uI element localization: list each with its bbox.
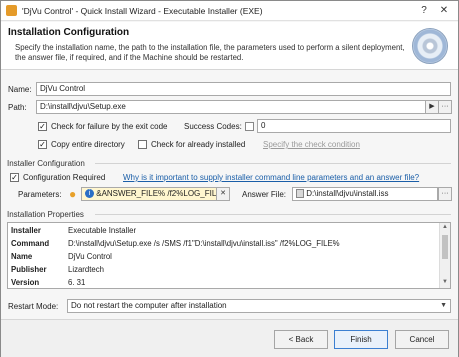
name-label: Name: — [8, 85, 32, 94]
section-divider — [95, 214, 451, 215]
restart-mode-select[interactable]: Do not restart the computer after instal… — [67, 299, 451, 313]
check-exit-code-checkbox[interactable]: ✓ — [38, 122, 47, 131]
path-browse-button[interactable]: ··· — [438, 100, 452, 114]
install-disc-icon — [412, 28, 448, 64]
properties-scrollbar[interactable]: ▲ ▼ — [439, 223, 450, 288]
answer-file-field[interactable]: D:\install\djvu\install.iss — [292, 187, 438, 201]
copy-dir-checkbox[interactable]: ✓ — [38, 140, 47, 149]
title-bar: 'DjVu Control' - Quick Install Wizard - … — [1, 1, 458, 21]
scroll-down-icon[interactable]: ▼ — [440, 279, 450, 285]
property-name: Name — [11, 252, 33, 261]
cancel-button[interactable]: Cancel — [395, 330, 449, 349]
success-codes-info-icon — [245, 122, 254, 131]
answer-file-label: Answer File: — [242, 190, 287, 199]
check-installed-checkbox[interactable] — [138, 140, 147, 149]
check-installed-label: Check for already installed — [151, 140, 246, 149]
property-value: 6. 31 — [68, 278, 86, 287]
property-value: D:\install\djvu\Setup.exe /s /SMS /f1"D:… — [68, 239, 340, 248]
wizard-header: Installation Configuration Specify the i… — [1, 22, 458, 70]
installer-config-heading: Installer Configuration — [7, 159, 85, 168]
close-icon[interactable]: ✕ — [435, 2, 453, 19]
property-value: DjVu Control — [68, 252, 112, 261]
config-required-checkbox[interactable]: ✓ — [10, 173, 19, 182]
section-divider — [95, 163, 451, 164]
file-icon — [296, 189, 304, 199]
wizard-window: 'DjVu Control' - Quick Install Wizard - … — [0, 0, 459, 357]
finish-button[interactable]: Finish — [334, 330, 388, 349]
info-icon: i — [85, 189, 94, 199]
help-icon[interactable]: ? — [415, 2, 433, 19]
property-row: Command D:\install\djvu\Setup.exe /s /SM… — [8, 237, 440, 250]
scroll-up-icon[interactable]: ▲ — [440, 224, 450, 230]
answer-file-value: D:\install\djvu\install.iss — [306, 189, 389, 198]
wizard-footer: < Back Finish Cancel — [1, 319, 458, 357]
parameters-value: &ANSWER_FILE% /f2%LOG_FILE% — [96, 189, 227, 198]
chevron-down-icon: ▼ — [440, 302, 447, 309]
restart-mode-label: Restart Mode: — [8, 302, 59, 311]
app-icon — [6, 5, 17, 16]
copy-dir-label: Copy entire directory — [51, 140, 125, 149]
property-name: Version — [11, 278, 40, 287]
installation-properties-heading: Installation Properties — [7, 210, 84, 219]
path-label: Path: — [8, 103, 27, 112]
check-exit-code-label: Check for failure by the exit code — [51, 122, 168, 131]
name-field[interactable]: DjVu Control — [36, 82, 451, 96]
installer-params-help-link[interactable]: Why is it important to supply installer … — [123, 173, 419, 182]
property-row: Version 6. 31 — [8, 276, 440, 288]
parameters-field[interactable]: i &ANSWER_FILE% /f2%LOG_FILE% — [81, 187, 227, 201]
config-required-label: Configuration Required — [23, 173, 106, 182]
specify-condition-link[interactable]: Specify the check condition — [263, 140, 360, 149]
property-value: Executable Installer — [68, 226, 137, 235]
parameters-label: Parameters: — [18, 190, 62, 199]
success-codes-label: Success Codes: — [184, 122, 242, 131]
property-name: Installer — [11, 226, 41, 235]
answer-file-browse-button[interactable]: ··· — [438, 187, 452, 201]
success-codes-field[interactable]: 0 — [257, 119, 451, 133]
property-row: Name DjVu Control — [8, 250, 440, 263]
property-name: Publisher — [11, 265, 47, 274]
back-button[interactable]: < Back — [274, 330, 328, 349]
property-row: Publisher Lizardtech — [8, 263, 440, 276]
lightbulb-icon: ● — [69, 187, 77, 201]
path-arrow-button[interactable]: ▶ — [425, 100, 439, 114]
scroll-thumb[interactable] — [442, 235, 448, 259]
page-description: Specify the installation name, the path … — [15, 43, 405, 62]
properties-list[interactable]: Installer Executable Installer Command D… — [7, 222, 451, 289]
property-name: Command — [11, 239, 50, 248]
property-value: Lizardtech — [68, 265, 104, 274]
property-row: Installer Executable Installer — [8, 224, 440, 237]
window-title: 'DjVu Control' - Quick Install Wizard - … — [22, 6, 263, 16]
page-title: Installation Configuration — [8, 27, 130, 38]
clear-parameters-button[interactable]: ✕ — [216, 187, 230, 201]
restart-mode-value: Do not restart the computer after instal… — [71, 301, 227, 310]
path-field[interactable]: D:\install\djvu\Setup.exe — [36, 100, 427, 114]
